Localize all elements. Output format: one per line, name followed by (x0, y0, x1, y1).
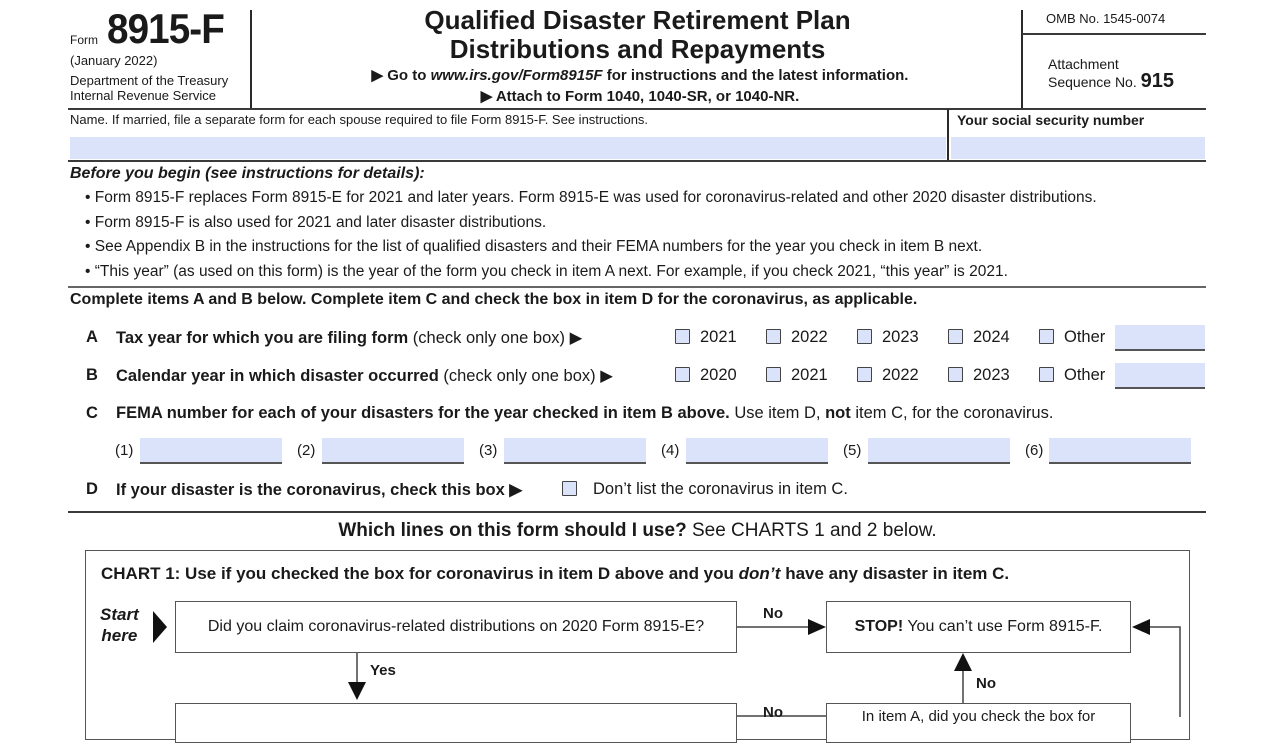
yes-label: Yes (370, 662, 396, 679)
stop-text: You can’t use Form 8915-F. (903, 618, 1103, 635)
loop-connector-line (1148, 626, 1181, 717)
question-1-text: Did you claim coronavirus-related distri… (207, 618, 705, 635)
arrow-down-icon (348, 682, 366, 700)
question-box-1: Did you claim coronavirus-related distri… (175, 601, 737, 653)
no-label: No (763, 704, 783, 721)
no-label: No (976, 675, 996, 692)
arrow-right-icon (808, 619, 826, 635)
stop-bold: STOP! (854, 618, 904, 635)
question-box-3: In item A, did you check the box for (826, 703, 1131, 743)
stop-box: STOP! You can’t use Form 8915-F. (826, 601, 1131, 653)
arrow-left-icon (1132, 619, 1150, 635)
start-arrow-icon (153, 611, 167, 643)
question-box-2 (175, 703, 737, 743)
no-label: No (763, 605, 783, 622)
arrow-up-icon (954, 653, 972, 671)
